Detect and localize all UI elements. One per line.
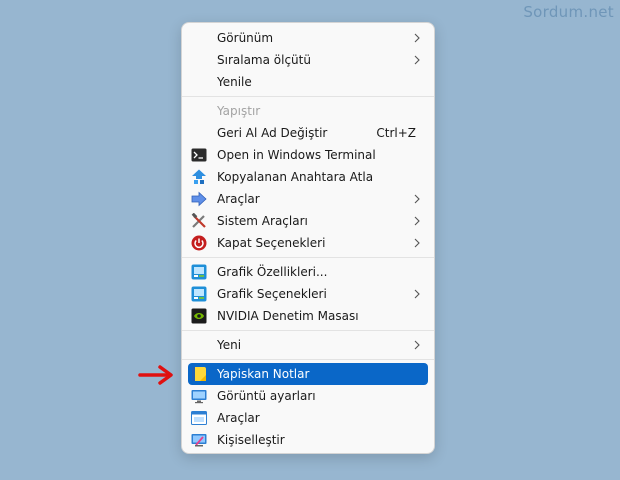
menu-item-label: Görünüm [217,31,274,45]
menu-item-graphics-options[interactable]: Grafik Seçenekleri [188,283,428,305]
terminal-icon [191,148,207,162]
menu-item-refresh[interactable]: Yenile [188,71,428,93]
menu-item-tools[interactable]: Araçlar [188,188,428,210]
menu-item-label: Yapıştır [217,104,261,118]
menu-item-system-tools[interactable]: Sistem Araçları [188,210,428,232]
chevron-right-icon [414,238,420,248]
menu-item-label: Kişiselleştir [217,433,285,447]
menu-item-label: Grafik Seçenekleri [217,287,327,301]
personalize-icon [191,434,207,447]
menu-item-undo-rename[interactable]: Geri Al Ad Değiştir Ctrl+Z [188,122,428,144]
sticky-notes-icon [192,367,206,381]
menu-separator [182,359,434,360]
menu-separator [182,96,434,97]
menu-item-display-settings[interactable]: Görüntü ayarları [188,385,428,407]
menu-item-label: Sistem Araçları [217,214,308,228]
menu-item-tools-2[interactable]: Araçlar [188,407,428,429]
red-pointer-arrow-icon [138,365,173,385]
chevron-right-icon [414,289,420,299]
menu-item-label: Görüntü ayarları [217,389,316,403]
menu-item-label: Geri Al Ad Değiştir [217,126,328,140]
menu-item-label: Open in Windows Terminal [217,148,376,162]
menu-separator [182,330,434,331]
menu-item-label: Kopyalanan Anahtara Atla [217,170,374,184]
display-icon [191,390,207,404]
watermark: Sordum.net [523,3,614,21]
menu-item-label: Yapiskan Notlar [217,367,310,381]
nvidia-icon [191,308,207,324]
menu-item-paste: Yapıştır [188,100,428,122]
menu-item-new[interactable]: Yeni [188,334,428,356]
menu-separator [182,257,434,258]
menu-item-label: Kapat Seçenekleri [217,236,326,250]
power-icon [191,235,207,251]
chevron-right-icon [414,194,420,204]
tools-arrow-icon [191,191,207,207]
menu-item-sticky-notes[interactable]: Yapiskan Notlar [188,363,428,385]
wrench-hammer-icon [191,213,206,228]
menu-item-label: Yenile [217,75,252,89]
chevron-right-icon [414,55,420,65]
chevron-right-icon [414,340,420,350]
menu-item-jump-to-copied-key[interactable]: Kopyalanan Anahtara Atla [188,166,428,188]
registry-jump-icon [192,169,206,184]
intel-graphics-icon [191,286,207,302]
chevron-right-icon [414,33,420,43]
menu-item-label: Grafik Özellikleri... [217,265,328,279]
menu-item-label: Yeni [217,338,242,352]
menu-item-shutdown-options[interactable]: Kapat Seçenekleri [188,232,428,254]
menu-item-label: Araçlar [217,192,260,206]
menu-item-label: Sıralama ölçütü [217,53,311,67]
menu-item-nvidia-control-panel[interactable]: NVIDIA Denetim Masası [188,305,428,327]
menu-item-graphics-properties[interactable]: Grafik Özellikleri... [188,261,428,283]
tools-window-icon [191,411,207,425]
shortcut-text: Ctrl+Z [376,126,416,140]
menu-item-label: NVIDIA Denetim Masası [217,309,359,323]
intel-graphics-icon [191,264,207,280]
chevron-right-icon [414,216,420,226]
desktop-context-menu: Görünüm Sıralama ölçütü Yenile Yapıştır … [181,22,435,454]
menu-item-view[interactable]: Görünüm [188,27,428,49]
menu-item-personalize[interactable]: Kişiselleştir [188,429,428,451]
menu-item-sort-by[interactable]: Sıralama ölçütü [188,49,428,71]
menu-item-open-terminal[interactable]: Open in Windows Terminal [188,144,428,166]
menu-item-label: Araçlar [217,411,260,425]
